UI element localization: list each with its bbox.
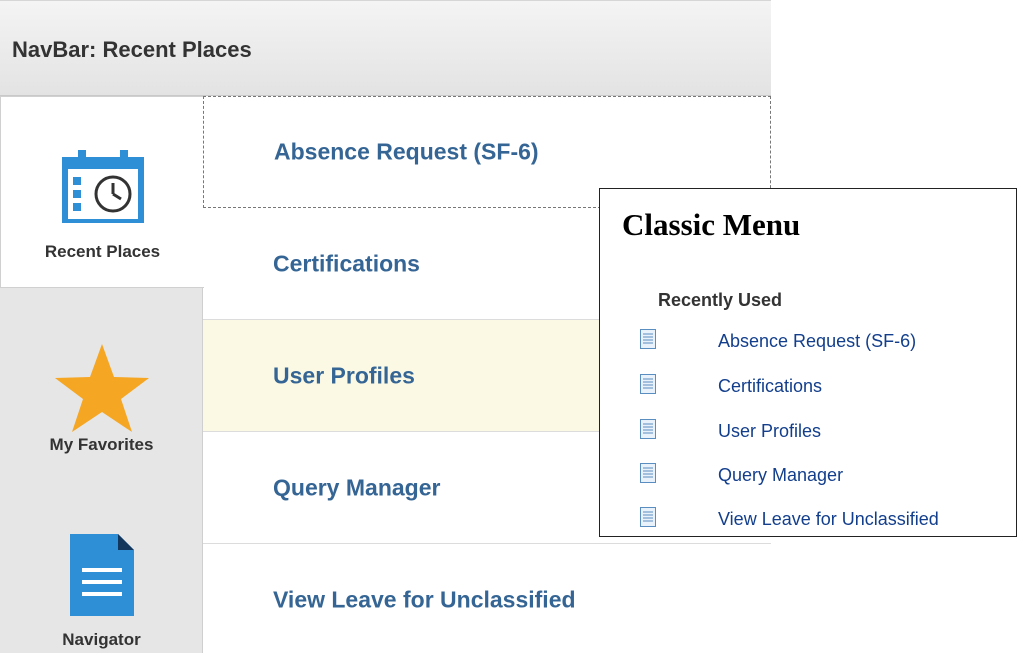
document-icon xyxy=(69,534,134,616)
page-title: NavBar: Recent Places xyxy=(12,37,252,62)
recently-used-heading: Recently Used xyxy=(658,290,783,310)
classic-menu-item-label: User Profiles xyxy=(718,421,822,441)
list-item[interactable]: View Leave for Unclassified xyxy=(203,544,771,656)
classic-menu-item[interactable]: User Profiles xyxy=(640,419,1010,447)
list-item-label: Certifications xyxy=(273,250,420,276)
sidebar-item-navigator[interactable]: Navigator xyxy=(0,480,203,653)
list-item-label: Query Manager xyxy=(273,474,441,500)
classic-menu-item-label: Absence Request (SF-6) xyxy=(718,331,917,351)
document-icon xyxy=(640,507,656,527)
list-item-label: User Profiles xyxy=(273,362,415,388)
star-icon xyxy=(54,344,149,432)
classic-menu-item[interactable]: Absence Request (SF-6) xyxy=(640,329,1010,357)
list-item-label: Absence Request (SF-6) xyxy=(274,138,539,165)
document-icon xyxy=(640,463,656,483)
classic-menu-item-label: Certifications xyxy=(718,376,823,396)
calendar-clock-icon xyxy=(61,150,144,223)
classic-menu-item-label: View Leave for Unclassified xyxy=(718,509,939,529)
classic-menu-item[interactable]: Query Manager xyxy=(640,463,1010,491)
document-icon xyxy=(640,419,656,439)
classic-menu-title: Classic Menu xyxy=(622,207,801,242)
list-item-label: View Leave for Unclassified xyxy=(273,586,576,613)
sidebar-item-recent-places[interactable]: Recent Places xyxy=(0,96,204,288)
sidebar-item-label: Navigator xyxy=(62,630,141,649)
navbar-header: NavBar: Recent Places xyxy=(0,0,771,96)
classic-menu-item[interactable]: View Leave for Unclassified xyxy=(640,507,1010,535)
classic-menu-item-label: Query Manager xyxy=(718,465,844,485)
document-icon xyxy=(640,329,656,349)
sidebar-item-label: Recent Places xyxy=(44,242,161,261)
sidebar-item-label: My Favorites xyxy=(49,435,154,454)
sidebar-item-my-favorites[interactable]: My Favorites xyxy=(0,288,203,480)
document-icon xyxy=(640,374,656,394)
navbar-sidebar: Recent Places My Favorites Navigator xyxy=(0,96,204,653)
classic-menu-item[interactable]: Certifications xyxy=(640,374,1010,402)
classic-menu-panel: Classic Menu Recently Used Absence Reque… xyxy=(599,188,1017,537)
